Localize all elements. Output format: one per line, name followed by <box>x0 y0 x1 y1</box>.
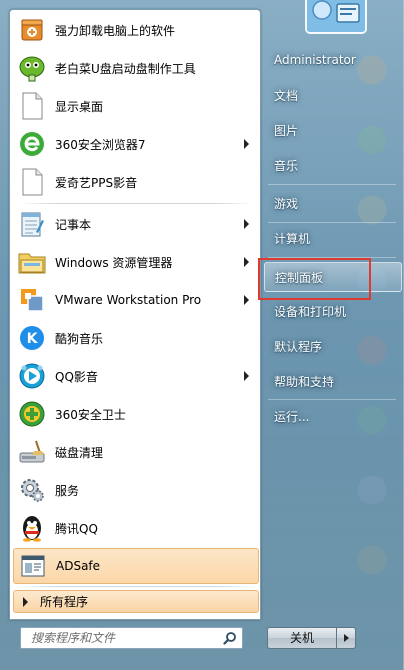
program-item-label: 360安全浏览器7 <box>55 137 146 152</box>
program-item-label: 记事本 <box>55 217 92 232</box>
search-icon[interactable] <box>223 631 237 645</box>
start-search-box[interactable] <box>20 627 243 649</box>
right-item-run[interactable]: 运行... <box>264 401 402 431</box>
svg-text:K: K <box>27 331 39 347</box>
expand-arrow-icon <box>23 596 28 607</box>
program-item-label: Windows 资源管理器 <box>55 255 173 270</box>
program-item-label: 360安全卫士 <box>55 407 126 422</box>
shutdown-button[interactable]: 关机 <box>267 627 337 649</box>
right-separator <box>268 184 396 185</box>
program-item-label: 爱奇艺PPS影音 <box>55 175 138 190</box>
right-item-help-support[interactable]: 帮助和支持 <box>264 366 402 396</box>
right-item-label: 音乐 <box>274 158 299 173</box>
program-item-tencent-qq[interactable]: 腾讯QQ <box>13 510 259 546</box>
program-item-label: 腾讯QQ <box>55 521 98 536</box>
menu-separator <box>20 586 252 587</box>
program-item-label: 显示桌面 <box>55 99 104 114</box>
right-item-devices-printers[interactable]: 设备和打印机 <box>264 296 402 326</box>
user-account-picture[interactable] <box>305 0 367 34</box>
menu-separator <box>20 203 252 204</box>
right-item-computer[interactable]: 计算机 <box>264 223 402 253</box>
program-item-cabbage-usb[interactable]: 老白菜U盘启动盘制作工具 <box>13 50 259 86</box>
program-item-kugou[interactable]: K 酷狗音乐 <box>13 320 259 356</box>
right-item-default-programs[interactable]: 默认程序 <box>264 331 402 361</box>
program-item-label: ADSafe <box>56 559 101 573</box>
submenu-arrow-icon[interactable] <box>244 139 249 149</box>
360-browser-icon <box>17 129 47 159</box>
right-item-games[interactable]: 游戏 <box>264 188 402 218</box>
qq-player-icon <box>17 361 47 391</box>
start-menu-program-list: 强力卸载电脑上的软件 老白菜U盘启动盘制作工具 显示桌面 360安全浏览器7 爱… <box>9 9 261 620</box>
right-item-music[interactable]: 音乐 <box>264 150 402 180</box>
right-item-label: 游戏 <box>274 196 299 211</box>
program-item-label: QQ影音 <box>55 369 98 384</box>
right-item-label: 默认程序 <box>274 339 323 354</box>
right-item-administrator[interactable]: Administrator <box>264 45 402 75</box>
program-item-qq-player[interactable]: QQ影音 <box>13 358 259 394</box>
services-gear-icon <box>17 475 47 505</box>
qq-penguin-icon <box>17 513 47 543</box>
submenu-arrow-icon[interactable] <box>244 219 249 229</box>
notepad-icon <box>17 209 47 239</box>
program-item-pps[interactable]: 爱奇艺PPS影音 <box>13 164 259 200</box>
shutdown-options-arrow-icon[interactable] <box>337 627 356 649</box>
program-item-label: 服务 <box>55 483 80 498</box>
blank-document-icon <box>17 91 47 121</box>
disk-cleanup-icon <box>17 437 47 467</box>
program-item-label: 老白菜U盘启动盘制作工具 <box>55 61 196 76</box>
shutdown-group: 关机 <box>267 627 356 649</box>
search-input[interactable] <box>21 628 211 648</box>
right-item-label: 计算机 <box>274 231 311 246</box>
right-separator <box>268 399 396 400</box>
program-item-label: 强力卸载电脑上的软件 <box>55 23 176 38</box>
folder-explorer-icon <box>17 247 47 277</box>
program-item-360-browser[interactable]: 360安全浏览器7 <box>13 126 259 162</box>
program-item-notepad[interactable]: 记事本 <box>13 206 259 242</box>
program-item-label: 磁盘清理 <box>55 445 104 460</box>
program-item-explorer[interactable]: Windows 资源管理器 <box>13 244 259 280</box>
blank-document-icon <box>17 167 47 197</box>
all-programs-button[interactable]: 所有程序 <box>13 590 259 613</box>
submenu-arrow-icon[interactable] <box>244 257 249 267</box>
program-item-vmware[interactable]: VMware Workstation Pro <box>13 282 259 318</box>
vmware-icon <box>17 285 47 315</box>
program-item-adsafe[interactable]: ADSafe <box>13 548 259 584</box>
all-programs-label: 所有程序 <box>40 595 89 609</box>
program-item-uninstaller[interactable]: 强力卸载电脑上的软件 <box>13 12 259 48</box>
program-item-label: 酷狗音乐 <box>55 331 104 346</box>
right-item-label: 设备和打印机 <box>274 304 347 319</box>
adsafe-icon <box>18 551 48 581</box>
program-item-disk-cleanup[interactable]: 磁盘清理 <box>13 434 259 470</box>
program-item-360-safe[interactable]: 360安全卫士 <box>13 396 259 432</box>
program-item-services[interactable]: 服务 <box>13 472 259 508</box>
program-item-show-desktop[interactable]: 显示桌面 <box>13 88 259 124</box>
submenu-arrow-icon[interactable] <box>244 295 249 305</box>
360-safe-icon <box>17 399 47 429</box>
right-item-label: 运行... <box>274 409 310 424</box>
right-item-label: 文档 <box>274 88 299 103</box>
kugou-icon: K <box>17 323 47 353</box>
right-item-label: Administrator <box>274 53 356 67</box>
right-item-label: 图片 <box>274 123 299 138</box>
user-picture-icon <box>307 0 365 32</box>
submenu-arrow-icon[interactable] <box>244 371 249 381</box>
program-item-label: VMware Workstation Pro <box>55 293 202 307</box>
right-item-pictures[interactable]: 图片 <box>264 115 402 145</box>
right-item-documents[interactable]: 文档 <box>264 80 402 110</box>
cabbage-usb-icon <box>17 53 47 83</box>
highlight-annotation-box <box>258 258 371 300</box>
right-item-label: 帮助和支持 <box>274 374 335 389</box>
uninstaller-icon <box>17 15 47 45</box>
